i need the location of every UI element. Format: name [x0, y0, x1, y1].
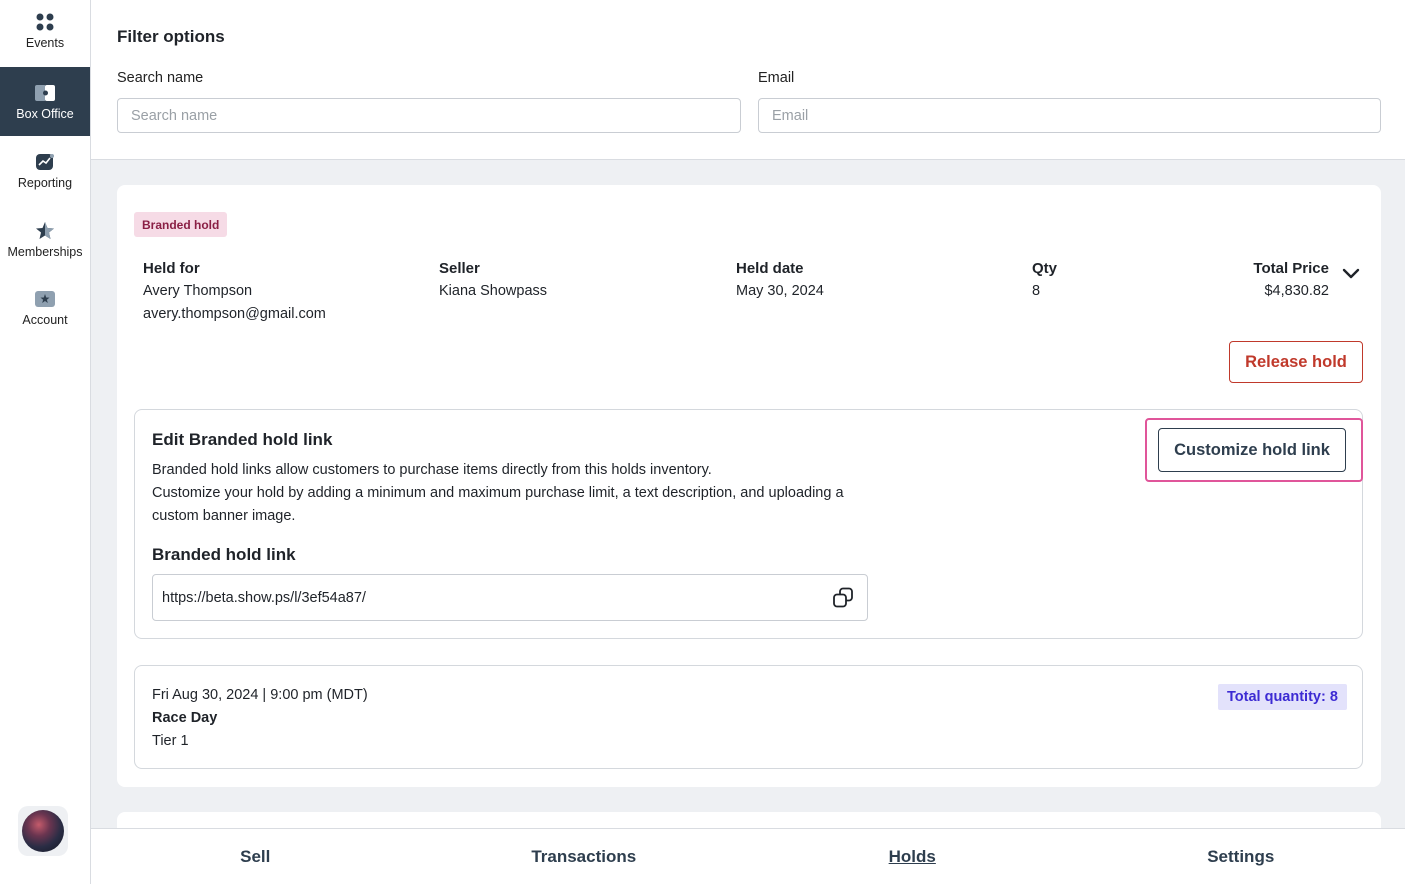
- edit-link-title: Edit Branded hold link: [152, 430, 333, 449]
- event-details: Fri Aug 30, 2024 | 9:00 pm (MDT) Race Da…: [152, 684, 368, 753]
- sidebar-item-label: Memberships: [7, 245, 83, 259]
- held-date-value: May 30, 2024: [736, 283, 824, 299]
- sidebar-item-label: Box Office: [16, 106, 74, 121]
- description-line: Customize your hold by adding a minimum …: [152, 485, 844, 524]
- tab-settings[interactable]: Settings: [1077, 829, 1405, 884]
- hold-card: Branded hold Held for Avery Thompson ave…: [117, 185, 1381, 787]
- release-hold-button[interactable]: Release hold: [1229, 341, 1363, 383]
- avatar-image: [22, 810, 64, 852]
- sidebar-item-label: Reporting: [17, 176, 73, 190]
- sidebar-item-box-office[interactable]: Box Office: [0, 67, 90, 136]
- bottom-nav: Sell Transactions Holds Settings: [91, 828, 1405, 884]
- seller-label: Seller: [439, 260, 480, 277]
- held-for-name: Avery Thompson: [143, 283, 253, 299]
- event-tier: Tier 1: [152, 733, 189, 749]
- search-name-input[interactable]: [117, 98, 741, 133]
- chart-icon: [34, 152, 56, 172]
- event-summary: Fri Aug 30, 2024 | 9:00 pm (MDT) Race Da…: [134, 665, 1363, 769]
- sidebar: Events Box Office Reporting Memberships …: [0, 0, 91, 884]
- sidebar-item-memberships[interactable]: Memberships: [0, 221, 90, 261]
- email-input[interactable]: [758, 98, 1381, 133]
- seller-value: Kiana Showpass: [439, 283, 548, 299]
- avatar[interactable]: [18, 806, 68, 856]
- tab-sell[interactable]: Sell: [91, 829, 420, 884]
- grid-icon: [34, 12, 56, 32]
- total-price-column: Total Price $4,830.82: [1229, 257, 1329, 303]
- email-label: Email: [758, 70, 795, 86]
- held-date-column: Held date May 30, 2024: [736, 257, 824, 303]
- branded-link-title: Branded hold link: [152, 545, 296, 564]
- held-for-label: Held for: [143, 260, 200, 277]
- star-icon: [34, 221, 56, 241]
- branded-hold-badge: Branded hold: [134, 212, 228, 237]
- qty-value: 8: [1032, 283, 1041, 299]
- edit-link-description: Branded hold links allow customers to pu…: [152, 459, 872, 528]
- tab-transactions[interactable]: Transactions: [420, 829, 749, 884]
- held-for-column: Held for Avery Thompson avery.thompson@g…: [143, 257, 326, 326]
- customize-hold-link-button[interactable]: Customize hold link: [1158, 428, 1346, 472]
- hold-link-url-field[interactable]: https://beta.show.ps/l/3ef54a87/: [152, 574, 868, 621]
- sidebar-item-events[interactable]: Events: [0, 12, 90, 56]
- search-name-label: Search name: [117, 70, 204, 86]
- ticket-icon: [34, 83, 56, 103]
- total-price-value: $4,830.82: [1264, 283, 1329, 299]
- total-quantity-badge: Total quantity: 8: [1218, 684, 1347, 710]
- badge-icon: [34, 289, 56, 309]
- event-datetime: Fri Aug 30, 2024 | 9:00 pm (MDT): [152, 687, 368, 703]
- chevron-down-icon[interactable]: [1340, 262, 1362, 284]
- qty-column: Qty 8: [1032, 257, 1057, 303]
- hold-link-url: https://beta.show.ps/l/3ef54a87/: [162, 589, 366, 606]
- sidebar-item-account[interactable]: Account: [0, 289, 90, 329]
- copy-icon[interactable]: [831, 586, 855, 610]
- event-name: Race Day: [152, 710, 218, 726]
- sidebar-item-label: Account: [22, 313, 68, 327]
- seller-column: Seller Kiana Showpass: [439, 257, 547, 303]
- qty-label: Qty: [1032, 260, 1058, 277]
- total-price-label: Total Price: [1253, 260, 1329, 277]
- tab-holds[interactable]: Holds: [748, 829, 1077, 884]
- held-date-label: Held date: [736, 260, 804, 277]
- filter-title: Filter options: [117, 27, 225, 46]
- held-for-email: avery.thompson@gmail.com: [143, 306, 326, 322]
- sidebar-item-label: Events: [25, 36, 65, 50]
- customize-highlight: Customize hold link: [1145, 418, 1363, 482]
- description-line: Branded hold links allow customers to pu…: [152, 462, 712, 478]
- edit-hold-link-section: Edit Branded hold link Branded hold link…: [134, 409, 1363, 639]
- filter-panel: Filter options Search name Email: [91, 0, 1405, 160]
- sidebar-item-reporting[interactable]: Reporting: [0, 152, 90, 192]
